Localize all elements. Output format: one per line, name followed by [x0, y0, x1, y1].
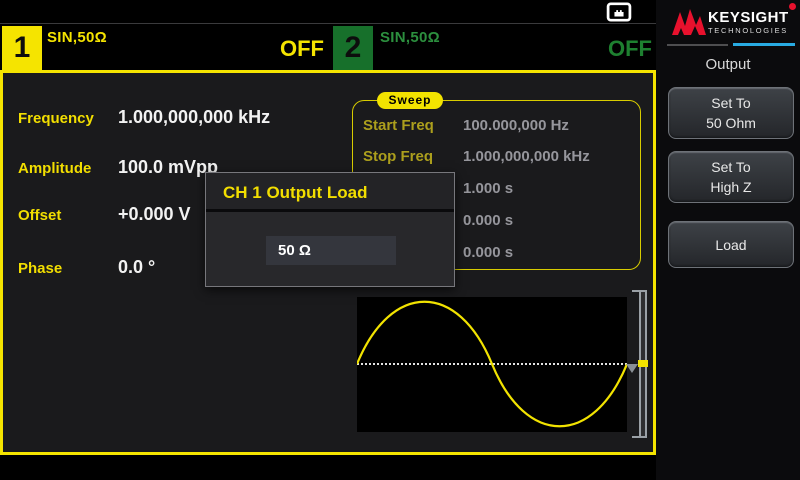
output-load-dialog: CH 1 Output Load [205, 172, 455, 287]
frequency-value: 1.000,000,000 kHz [118, 107, 271, 127]
channel1-tab[interactable]: 1 [2, 26, 42, 70]
brand-name: KEYSIGHT [708, 9, 789, 26]
sweep-time-value: 1.000 s [463, 180, 514, 197]
offset-label: Offset [18, 207, 62, 224]
scrollbar-bottom-cap [632, 436, 647, 438]
sweep-stop-freq-row[interactable]: Stop Freq 1.000,000,000 kHz [363, 148, 633, 165]
sine-wave-icon [357, 300, 627, 428]
waveform-scrollbar[interactable] [626, 290, 651, 438]
softkey-menu-title: Output [705, 56, 751, 73]
scroll-down-arrow-icon[interactable] [626, 364, 638, 373]
sweep-badge: Sweep [377, 92, 443, 109]
power-indicator-dot [789, 3, 796, 10]
load-button[interactable]: Load [668, 221, 794, 268]
return-time-value: 0.000 s [463, 244, 514, 261]
channel2-waveform-label: SIN,50Ω [380, 29, 440, 46]
amplitude-label: Amplitude [18, 160, 92, 177]
frequency-label: Frequency [18, 110, 94, 127]
dialog-title: CH 1 Output Load [206, 173, 454, 212]
sweep-start-freq-row[interactable]: Start Freq 100.000,000 Hz [363, 117, 633, 134]
stop-freq-label: Stop Freq [363, 148, 433, 165]
set-to-50ohm-line1: Set To [711, 95, 751, 111]
offset-row[interactable]: Offset +0.000 V [18, 204, 191, 225]
phase-value: 0.0 ° [118, 257, 156, 277]
scrollbar-thumb[interactable] [638, 360, 648, 367]
stop-freq-value: 1.000,000,000 kHz [463, 148, 590, 165]
hold-time-value: 0.000 s [463, 212, 514, 229]
set-to-50ohm-button[interactable]: Set To 50 Ohm [668, 87, 794, 139]
set-to-50ohm-line2: 50 Ohm [706, 115, 756, 131]
amplitude-row[interactable]: Amplitude 100.0 mVpp [18, 157, 218, 178]
frequency-row[interactable]: Frequency 1.000,000,000 kHz [18, 107, 270, 128]
softkey-sidebar: KEYSIGHT TECHNOLOGIES Output Set To 50 O… [656, 0, 800, 480]
channel2-output-state: OFF [608, 36, 652, 61]
status-bar [0, 0, 656, 24]
channel-tab-row: 1 SIN,50Ω OFF 2 SIN,50Ω OFF [0, 25, 656, 70]
start-freq-label: Start Freq [363, 117, 434, 134]
channel1-waveform-label: SIN,50Ω [47, 29, 107, 46]
amplitude-value: 100.0 mVpp [118, 157, 219, 177]
divider-cyan [733, 43, 795, 46]
channel1-output-state: OFF [280, 36, 324, 61]
divider-gray [667, 44, 728, 46]
offset-value: +0.000 V [118, 204, 191, 224]
lan-icon [606, 2, 632, 22]
brand-subtitle: TECHNOLOGIES [708, 26, 788, 35]
set-to-highz-line1: Set To [711, 159, 751, 175]
start-freq-value: 100.000,000 Hz [463, 117, 569, 134]
channel2-tab[interactable]: 2 [333, 26, 373, 70]
load-line1: Load [715, 236, 747, 253]
phase-label: Phase [18, 260, 63, 277]
set-to-highz-line2: High Z [710, 179, 752, 195]
set-to-highz-button[interactable]: Set To High Z [668, 151, 794, 203]
output-load-input[interactable] [266, 236, 396, 265]
phase-row[interactable]: Phase 0.0 ° [18, 257, 155, 278]
waveform-preview [357, 297, 627, 432]
keysight-spark-icon [672, 9, 706, 35]
